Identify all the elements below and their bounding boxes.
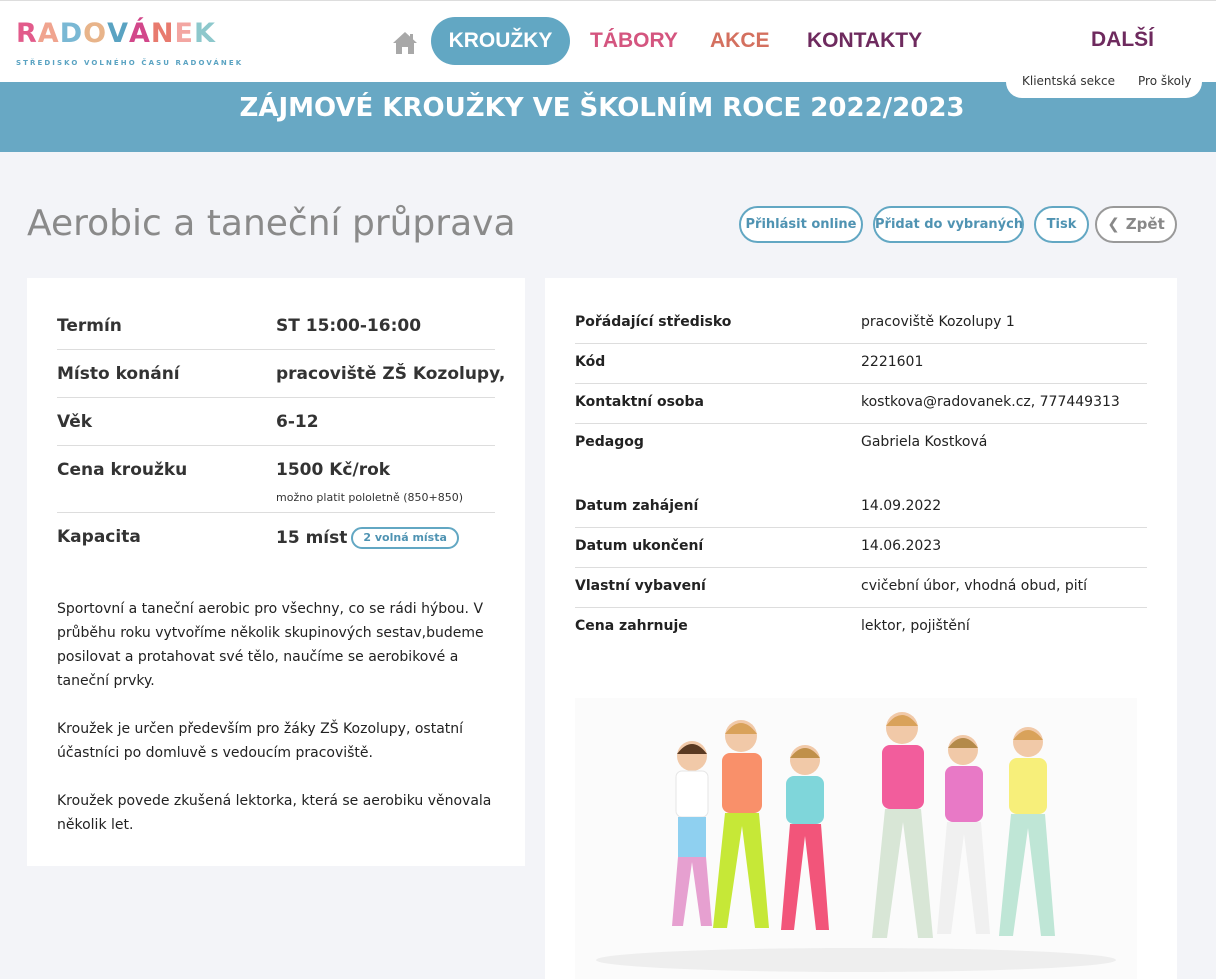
description-paragraph: Sportovní a taneční aerobic pro všechny,… bbox=[57, 601, 484, 689]
link-pro-skoly[interactable]: Pro školy bbox=[1138, 74, 1191, 88]
summary-row-kapacita: Kapacita 15 míst 2 volná místa bbox=[57, 527, 495, 557]
summary-value: 15 míst 2 volná místa bbox=[276, 527, 459, 549]
print-button[interactable]: Tisk bbox=[1034, 206, 1089, 243]
free-spots-badge: 2 volná místa bbox=[351, 527, 459, 549]
summary-row-termin: Termín ST 15:00-16:00 bbox=[57, 316, 495, 350]
logo-letter: K bbox=[193, 18, 215, 49]
summary-row-cena: Cena kroužku 1500 Kč/rok možno platit po… bbox=[57, 460, 495, 513]
details-value: cvičební úbor, vhodná obud, pití bbox=[861, 578, 1088, 594]
logo-letter: O bbox=[83, 18, 107, 49]
summary-value: pracoviště ZŠ Kozolupy, bbox=[276, 364, 506, 384]
details-value: Gabriela Kostková bbox=[861, 434, 988, 450]
summary-key: Cena kroužku bbox=[57, 460, 188, 480]
nav-akce[interactable]: AKCE bbox=[710, 17, 770, 65]
nav-krouzky[interactable]: KROUŽKY bbox=[431, 17, 570, 65]
course-details-card: Pořádající středisko pracoviště Kozolupy… bbox=[545, 278, 1177, 979]
logo-letter: Á bbox=[128, 18, 150, 49]
details-key: Kontaktní osoba bbox=[575, 394, 705, 410]
nav-dalsi[interactable]: DALŠÍ bbox=[1091, 16, 1154, 64]
chevron-left-icon: ❮ bbox=[1107, 215, 1120, 233]
details-row: Cena zahrnuje lektor, pojištění bbox=[575, 608, 1147, 648]
details-key: Datum zahájení bbox=[575, 498, 699, 514]
summary-key: Kapacita bbox=[57, 527, 141, 547]
secondary-links: Klientská sekce Pro školy bbox=[1006, 65, 1202, 98]
details-key: Pořádající středisko bbox=[575, 314, 732, 330]
summary-row-misto: Místo konání pracoviště ZŠ Kozolupy, bbox=[57, 364, 505, 398]
details-value: pracoviště Kozolupy 1 bbox=[861, 314, 1015, 330]
details-row: Pořádající středisko pracoviště Kozolupy… bbox=[575, 304, 1147, 344]
details-key: Pedagog bbox=[575, 434, 644, 450]
course-summary-card: Termín ST 15:00-16:00 Místo konání praco… bbox=[27, 278, 525, 866]
logo-letter: D bbox=[59, 18, 83, 49]
back-button[interactable]: ❮ Zpět bbox=[1095, 206, 1177, 243]
course-photo bbox=[575, 698, 1137, 979]
description-paragraph: Kroužek povede zkušená lektorka, která s… bbox=[57, 793, 492, 833]
details-value: 2221601 bbox=[861, 354, 924, 370]
details-row: Vlastní vybavení cvičební úbor, vhodná o… bbox=[575, 568, 1147, 608]
capacity-value: 15 míst bbox=[276, 528, 348, 548]
price-note: možno platit pololetně (850+850) bbox=[276, 491, 464, 504]
details-key: Kód bbox=[575, 354, 606, 370]
summary-key: Věk bbox=[57, 412, 93, 432]
details-value: 14.09.2022 bbox=[861, 498, 942, 514]
signup-online-button[interactable]: Přihlásit online bbox=[739, 206, 863, 243]
nav-kontakty[interactable]: KONTAKTY bbox=[807, 17, 922, 65]
home-icon[interactable] bbox=[391, 29, 419, 57]
details-row: Kód 2221601 bbox=[575, 344, 1147, 384]
details-row: Kontaktní osoba kostkova@radovanek.cz, 7… bbox=[575, 384, 1147, 424]
logo-letter: N bbox=[150, 18, 174, 49]
add-to-favorites-button[interactable]: Přidat do vybraných bbox=[873, 206, 1024, 243]
summary-row-vek: Věk 6-12 bbox=[57, 412, 495, 446]
description-paragraph: Kroužek je určen především pro žáky ZŠ K… bbox=[57, 721, 464, 761]
summary-value: 6-12 bbox=[276, 412, 319, 432]
link-klientska-sekce[interactable]: Klientská sekce bbox=[1022, 74, 1115, 88]
details-value: kostkova@radovanek.cz, 777449313 bbox=[861, 394, 1120, 410]
summary-value: ST 15:00-16:00 bbox=[276, 316, 422, 336]
logo-letter: R bbox=[16, 18, 37, 49]
details-row: Datum ukončení 14.06.2023 bbox=[575, 528, 1147, 568]
details-value: lektor, pojištění bbox=[861, 618, 970, 634]
logo-subtitle: STŘEDISKO VOLNÉHO ČASU RADOVÁNEK bbox=[16, 59, 244, 67]
logo-letter: A bbox=[37, 18, 59, 49]
details-key: Cena zahrnuje bbox=[575, 618, 688, 634]
page-title: Aerobic a taneční průprava bbox=[27, 203, 516, 244]
logo-letter: V bbox=[107, 18, 128, 49]
nav-tabory[interactable]: TÁBORY bbox=[590, 17, 678, 65]
details-key: Datum ukončení bbox=[575, 538, 704, 554]
details-row: Datum zahájení 14.09.2022 bbox=[575, 488, 1147, 528]
logo-letter: E bbox=[174, 18, 193, 49]
details-row: Pedagog Gabriela Kostková bbox=[575, 424, 1147, 464]
details-value: 14.06.2023 bbox=[861, 538, 942, 554]
summary-key: Místo konání bbox=[57, 364, 180, 384]
summary-key: Termín bbox=[57, 316, 122, 336]
back-label: Zpět bbox=[1125, 215, 1165, 233]
site-logo[interactable]: R A D O V Á N E K STŘEDISKO VOLNÉHO ČASU… bbox=[16, 17, 244, 71]
logo-wordmark: R A D O V Á N E K bbox=[16, 17, 221, 51]
details-key: Vlastní vybavení bbox=[575, 578, 706, 594]
summary-value: 1500 Kč/rok bbox=[276, 460, 391, 480]
